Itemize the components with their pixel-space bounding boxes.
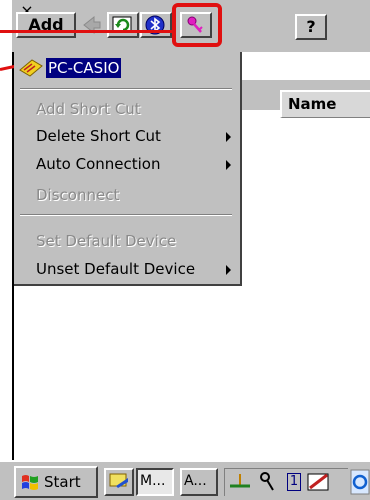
device-name: PC-CASIO: [46, 58, 122, 78]
menu-item-auto-connection[interactable]: Auto Connection: [36, 155, 160, 173]
pen-input-icon[interactable]: [305, 470, 333, 494]
taskbar: Start M... A... 1: [0, 460, 370, 500]
menu-separator: [20, 88, 232, 90]
task-button-a[interactable]: A...: [180, 468, 218, 496]
highlight-box: [172, 3, 222, 47]
start-label: Start: [44, 473, 81, 491]
refresh-button[interactable]: [107, 12, 139, 38]
submenu-arrow-icon: [226, 160, 231, 170]
start-button[interactable]: Start: [14, 466, 98, 498]
menu-item-disconnect[interactable]: Disconnect: [36, 186, 119, 204]
network-icon[interactable]: [227, 470, 253, 494]
windows-flag-icon: [22, 475, 38, 490]
submenu-arrow-icon: [226, 132, 231, 142]
device-icon: [19, 59, 43, 77]
menu-separator: [20, 214, 232, 216]
task-explorer[interactable]: [104, 468, 134, 496]
callout-line: [0, 30, 176, 33]
task-button-m[interactable]: M...: [136, 468, 174, 496]
menu-item-delete-short-cut[interactable]: Delete Short Cut: [36, 127, 161, 145]
input-number-indicator[interactable]: 1: [287, 473, 301, 491]
system-tray: 1: [224, 468, 348, 496]
help-button[interactable]: ?: [295, 14, 327, 40]
explorer-icon: [109, 473, 128, 488]
menu-item-unset-default-device[interactable]: Unset Default Device: [36, 260, 195, 278]
context-menu: PC-CASIO Add Short Cut Delete Short Cut …: [14, 52, 242, 286]
ie-icon[interactable]: [350, 469, 370, 495]
submenu-arrow-icon: [226, 265, 231, 275]
menu-item-set-default-device[interactable]: Set Default Device: [36, 232, 176, 250]
bluetooth-button[interactable]: [140, 12, 172, 38]
menu-item-add-short-cut[interactable]: Add Short Cut: [36, 100, 141, 118]
add-button[interactable]: Add: [16, 12, 76, 38]
name-column-header[interactable]: Name: [280, 90, 370, 118]
key-icon[interactable]: [257, 470, 279, 494]
